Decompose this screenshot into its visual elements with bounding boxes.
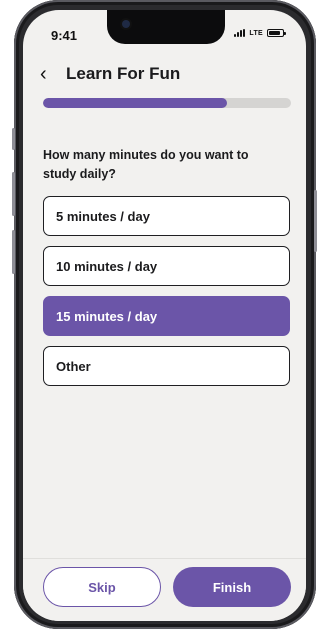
status-icons: LTE	[234, 29, 286, 37]
question-text: How many minutes do you want to study da…	[43, 148, 249, 181]
option-5-minutes[interactable]: 5 minutes / day	[43, 196, 290, 236]
camera-icon	[122, 20, 130, 28]
footer: Skip Finish	[23, 558, 306, 621]
status-time: 9:41	[51, 28, 78, 43]
volume-down-button	[12, 230, 15, 274]
page-title: Learn For Fun	[66, 64, 181, 83]
skip-button[interactable]: Skip	[43, 567, 161, 607]
finish-button[interactable]: Finish	[173, 567, 291, 607]
power-button	[314, 190, 317, 252]
battery-icon	[267, 29, 286, 37]
option-15-minutes[interactable]: 15 minutes / day	[43, 296, 290, 336]
option-10-minutes[interactable]: 10 minutes / day	[43, 246, 290, 286]
option-other[interactable]: Other	[43, 346, 290, 386]
volume-up-button	[12, 172, 15, 216]
header: ‹ Learn For Fun	[40, 64, 180, 84]
action-button	[12, 128, 15, 150]
progress-fill	[43, 98, 227, 108]
signal-icon	[234, 29, 246, 37]
screen: 9:41 LTE ‹ Learn For Fun How many minute…	[23, 10, 306, 621]
progress-bar	[43, 98, 291, 108]
network-label: LTE	[249, 29, 263, 37]
back-chevron-icon[interactable]: ‹	[40, 64, 62, 84]
